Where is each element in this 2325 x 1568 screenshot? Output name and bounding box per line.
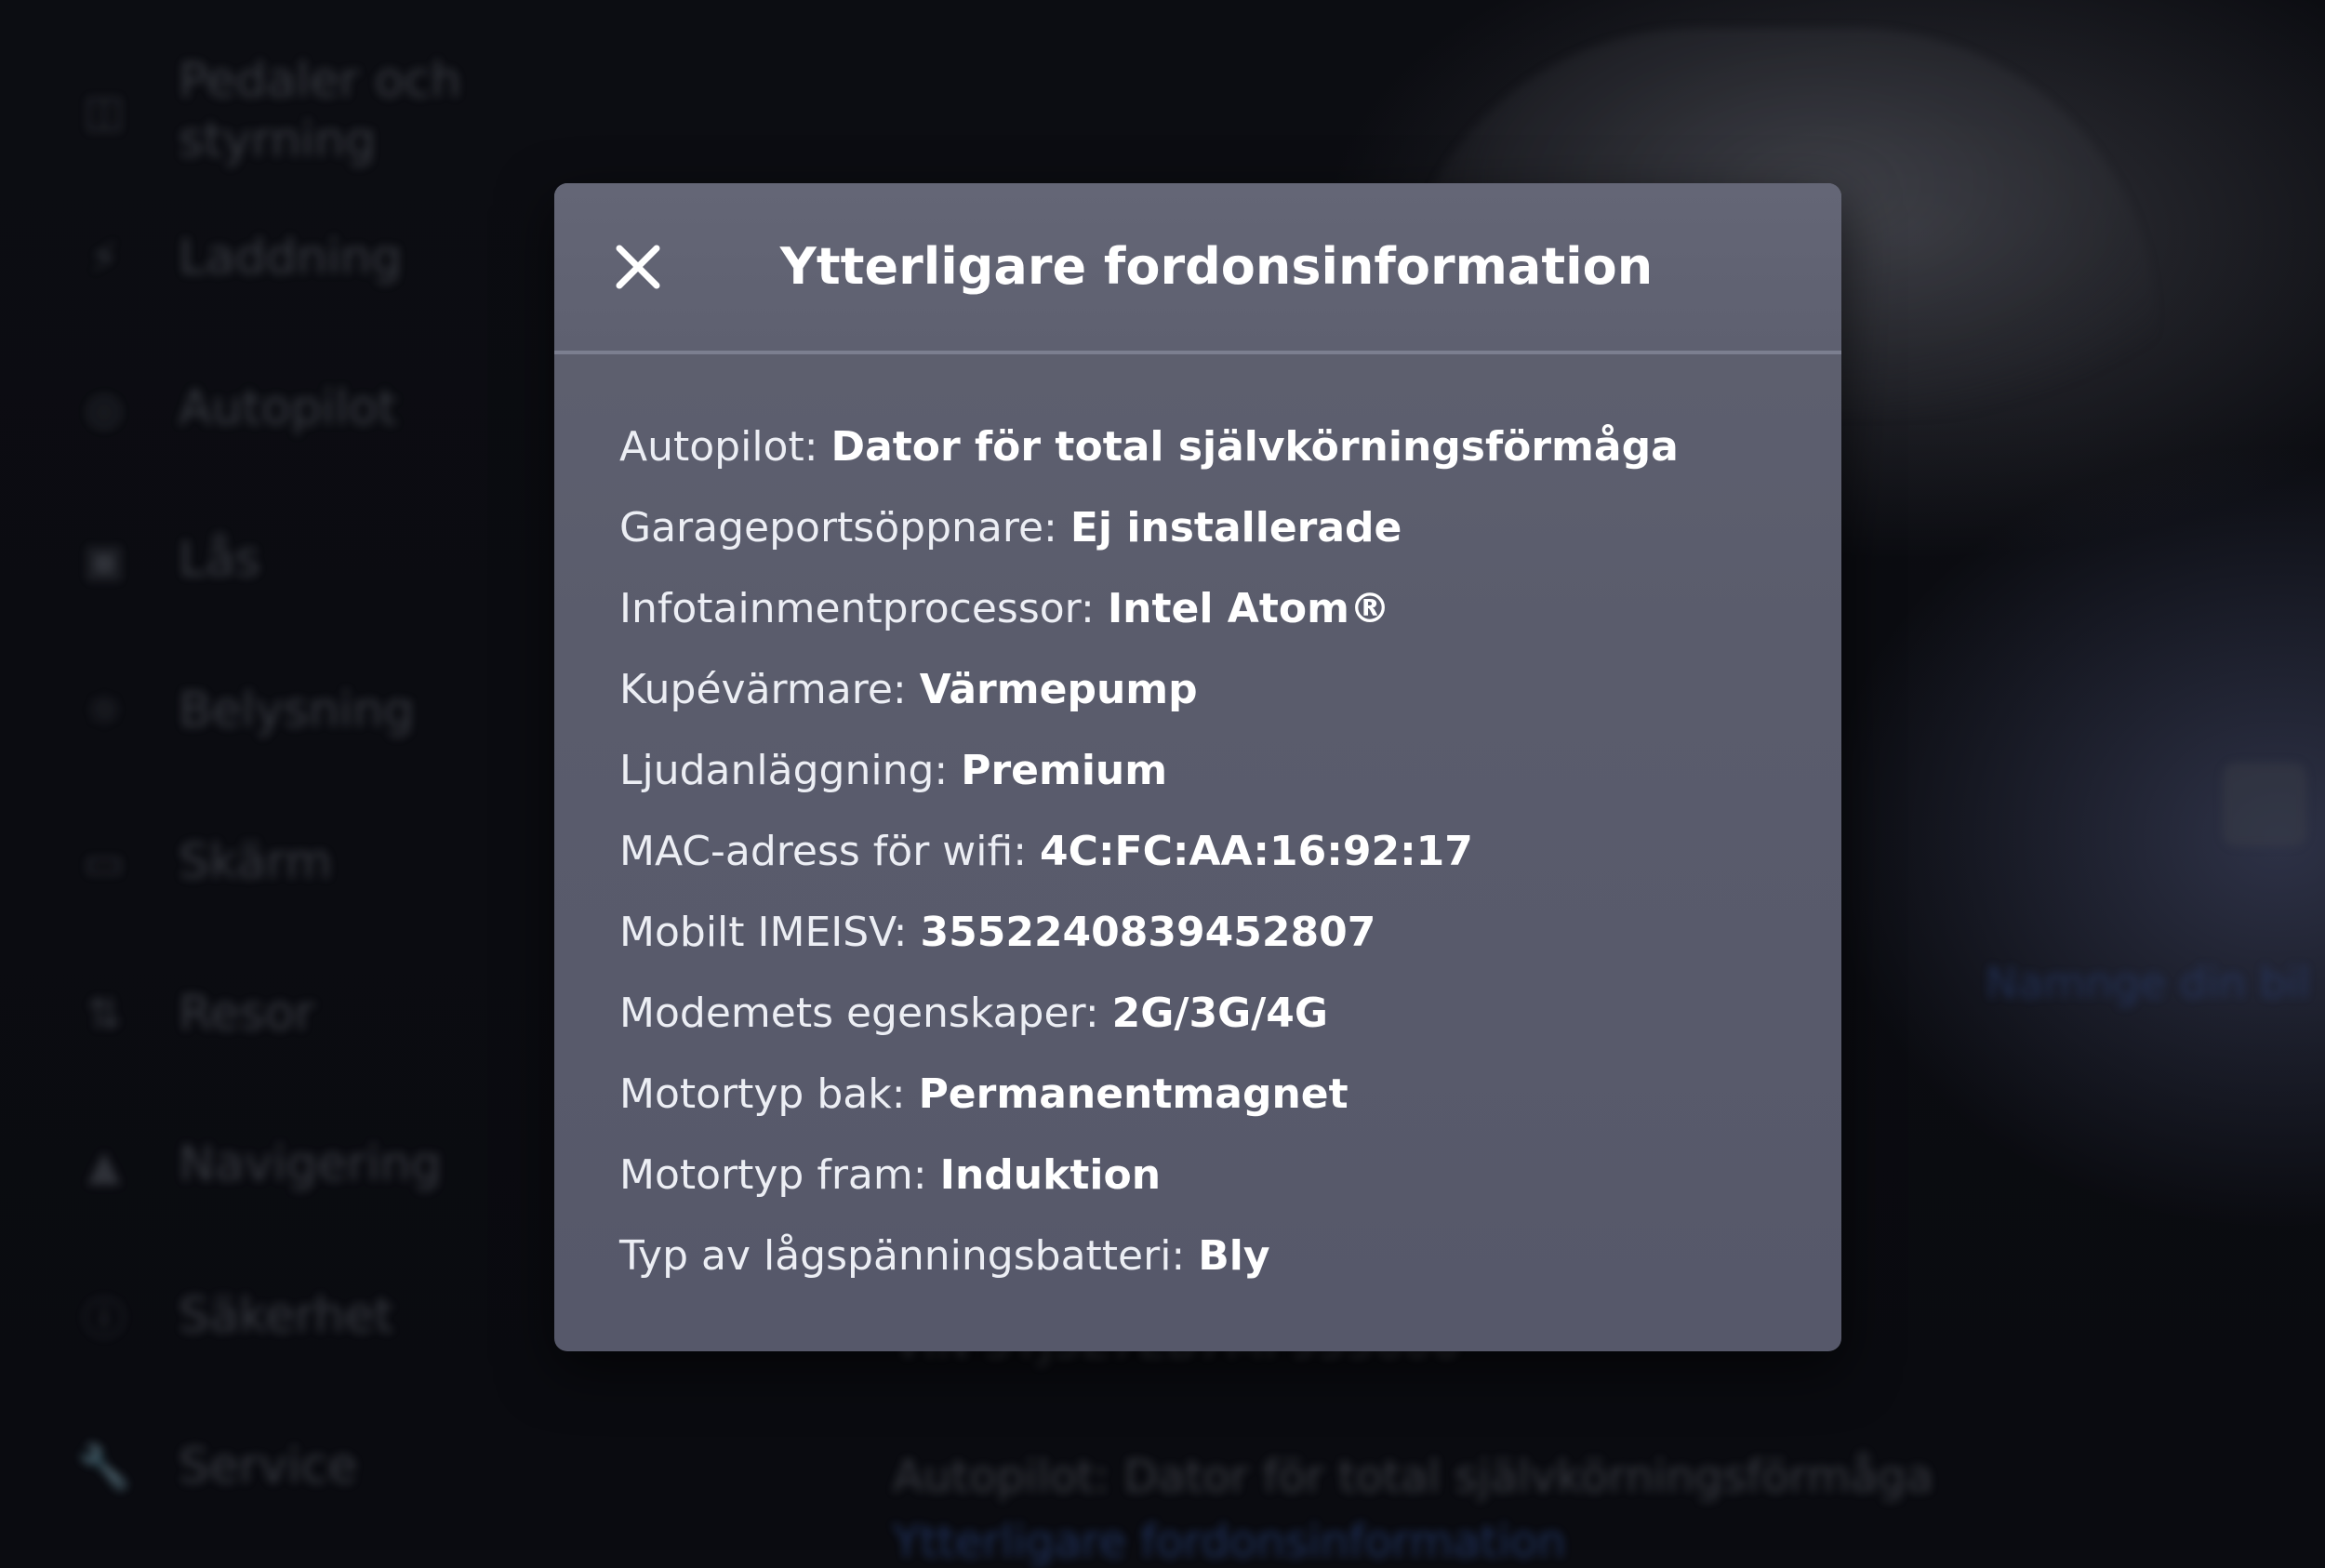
modal-header: Ytterligare fordonsinformation [554, 183, 1841, 354]
vehicle-info-list: Autopilot: Dator för total självkörnings… [619, 406, 1804, 1296]
info-value: Premium [961, 747, 1168, 794]
navigation-icon: ▲ [87, 1139, 121, 1189]
sidebar-item-autopilot[interactable]: ◎ Autopilot [74, 379, 397, 438]
info-value: 2G/3G/4G [1111, 990, 1329, 1037]
info-row-imeisv: Mobilt IMEISV: 3552240839452807 [619, 892, 1804, 973]
info-key: Autopilot: [619, 423, 818, 471]
sidebar-item-label: Service [179, 1439, 358, 1495]
info-value: Induktion [939, 1151, 1162, 1199]
info-value: Intel Atom® [1107, 585, 1390, 632]
sidebar-item-label: Navigering [179, 1136, 442, 1192]
display-icon: ▭ [84, 837, 125, 887]
info-value: Permanentmagnet [918, 1070, 1348, 1118]
sidebar-item-display[interactable]: ▭ Skärm [74, 832, 332, 892]
sidebar-item-label: Belysning [179, 683, 415, 738]
info-row-cabin-heater: Kupévärmare: Värmepump [619, 649, 1804, 730]
sun-icon: ☼ [85, 685, 124, 736]
lightning-icon: ⚡ [88, 233, 120, 283]
sidebar-item-label: Skärm [179, 834, 333, 890]
sidebar-item-locks[interactable]: ▣ Lås [74, 530, 260, 590]
info-key: Mobilt IMEISV: [619, 909, 908, 956]
info-row-wifi-mac: MAC-adress för wifi: 4C:FC:AA:16:92:17 [619, 811, 1804, 892]
info-key: Typ av lågspänningsbatteri: [619, 1232, 1186, 1280]
info-row-autopilot: Autopilot: Dator för total självkörnings… [619, 406, 1804, 487]
sidebar-item-lights[interactable]: ☼ Belysning [74, 681, 414, 740]
sidebar-item-safety[interactable]: ⓘ Säkerhet [74, 1286, 393, 1346]
info-value: Värmepump [919, 666, 1198, 713]
safety-icon: ⓘ [83, 1294, 126, 1344]
steering-wheel-icon: ◎ [85, 383, 124, 433]
info-key: MAC-adress för wifi: [619, 828, 1028, 875]
name-car-link[interactable]: Namnge din bil [1986, 958, 2310, 1008]
info-row-rear-motor: Motortyp bak: Permanentmagnet [619, 1054, 1804, 1135]
car-icon: ◫ [84, 86, 125, 136]
sidebar-item-trips[interactable]: ⇅ Resor [74, 984, 314, 1043]
vehicle-info-modal: Ytterligare fordonsinformation Autopilot… [554, 183, 1841, 1351]
info-row-garage-opener: Garageportsöppnare: Ej installerade [619, 487, 1804, 568]
sidebar-item-service[interactable]: 🔧 Service [74, 1437, 357, 1496]
info-value: 4C:FC:AA:16:92:17 [1040, 828, 1473, 875]
info-key: Modemets egenskaper: [619, 990, 1099, 1037]
info-key: Infotainmentprocessor: [619, 585, 1095, 632]
info-row-front-motor: Motortyp fram: Induktion [619, 1135, 1804, 1216]
sidebar-item-label: Resor [179, 986, 315, 1042]
modal-title: Ytterligare fordonsinformation [779, 237, 1654, 296]
info-key: Motortyp fram: [619, 1151, 927, 1199]
wrench-icon: 🔧 [77, 1441, 131, 1492]
info-value: Dator för total självkörningsförmåga [830, 423, 1679, 471]
info-row-low-voltage-battery: Typ av lågspänningsbatteri: Bly [619, 1216, 1804, 1296]
sidebar-item-label: Säkerhet [179, 1288, 393, 1344]
autopilot-summary: Autopilot: Dator för total självkörnings… [893, 1451, 1933, 1503]
info-value: Bly [1198, 1232, 1270, 1280]
info-key: Ljudanläggning: [619, 747, 949, 794]
sidebar-item-navigation[interactable]: ▲ Navigering [74, 1135, 442, 1194]
more-info-link[interactable]: Ytterligare fordonsinformation [893, 1516, 1566, 1568]
sidebar-item-label: Autopilot [179, 380, 397, 436]
sidebar-item-label: Lås [179, 532, 260, 588]
sidebar-item-pedals[interactable]: ◫ Pedaler och styrning [74, 51, 513, 170]
info-key: Kupévärmare: [619, 666, 907, 713]
trips-icon: ⇅ [86, 989, 123, 1039]
sidebar-item-label: Pedaler och styrning [179, 53, 462, 168]
info-row-modem: Modemets egenskaper: 2G/3G/4G [619, 973, 1804, 1054]
sidebar-item-label: Laddning [179, 230, 403, 286]
info-row-infotainment: Infotainmentprocessor: Intel Atom® [619, 568, 1804, 649]
info-value: Ej installerade [1070, 504, 1402, 551]
info-key: Motortyp bak: [619, 1070, 906, 1118]
info-value: 3552240839452807 [920, 909, 1376, 956]
sidebar-item-charging[interactable]: ⚡ Laddning [74, 228, 402, 287]
edit-icon[interactable] [2223, 763, 2306, 846]
info-key: Garageportsöppnare: [619, 504, 1057, 551]
info-row-sound-system: Ljudanläggning: Premium [619, 730, 1804, 811]
lock-icon: ▣ [84, 535, 125, 585]
